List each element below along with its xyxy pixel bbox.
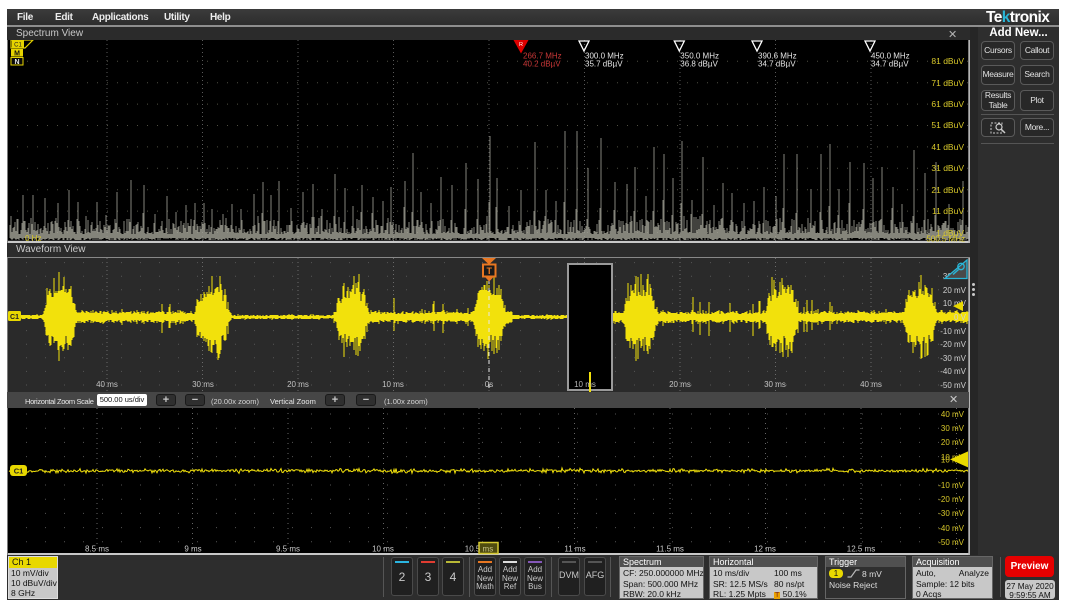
- svg-text:61 dBuV: 61 dBuV: [931, 99, 964, 109]
- svg-text:20 mV: 20 mV: [941, 438, 965, 447]
- svg-text:-30 mV: -30 mV: [940, 354, 966, 363]
- svg-text:31 dBuV: 31 dBuV: [931, 163, 964, 173]
- svg-text:51 dBuV: 51 dBuV: [931, 120, 964, 130]
- svg-text:30 ms: 30 ms: [192, 380, 214, 389]
- svg-text:0 Hz: 0 Hz: [25, 234, 41, 243]
- svg-text:T: T: [487, 266, 493, 276]
- svg-text:30 ms: 30 ms: [764, 380, 786, 389]
- svg-text:-30 mV: -30 mV: [938, 509, 964, 518]
- svg-text:-40 mV: -40 mV: [940, 367, 966, 376]
- svg-text:40 ms: 40 ms: [860, 380, 882, 389]
- svg-text:M: M: [14, 51, 20, 58]
- svg-text:-40 mV: -40 mV: [938, 524, 964, 533]
- svg-text:-10 mV: -10 mV: [938, 481, 964, 490]
- svg-text:-20 mV: -20 mV: [940, 340, 966, 349]
- svg-text:0s: 0s: [485, 380, 493, 389]
- svg-text:0 V: 0 V: [954, 313, 967, 322]
- svg-text:71 dBuV: 71 dBuV: [931, 78, 964, 88]
- svg-text:41 dBuV: 41 dBuV: [931, 142, 964, 152]
- svg-text:40.2 dBµV: 40.2 dBµV: [523, 60, 561, 69]
- svg-text:R: R: [519, 42, 523, 48]
- svg-text:-50 mV: -50 mV: [938, 538, 964, 547]
- svg-text:36.8 dBµV: 36.8 dBµV: [680, 60, 718, 69]
- svg-text:11.5 ms: 11.5 ms: [656, 545, 684, 554]
- svg-text:12 ms: 12 ms: [754, 545, 776, 554]
- svg-text:20 ms: 20 ms: [287, 380, 309, 389]
- svg-text:30 mV: 30 mV: [941, 424, 965, 433]
- svg-text:9 ms: 9 ms: [184, 545, 201, 554]
- svg-text:34.7 dBµV: 34.7 dBµV: [871, 60, 909, 69]
- svg-text:34.7 dBµV: 34.7 dBµV: [758, 60, 796, 69]
- svg-text:-20 mV: -20 mV: [938, 495, 964, 504]
- svg-text:500.5 MHz: 500.5 MHz: [926, 235, 965, 244]
- svg-text:10 ms: 10 ms: [574, 380, 596, 389]
- svg-text:35.7 dBµV: 35.7 dBµV: [585, 60, 623, 69]
- svg-text:-50 mV: -50 mV: [940, 381, 966, 390]
- svg-text:11 dBuV: 11 dBuV: [932, 206, 964, 216]
- svg-text:-10 mV: -10 mV: [940, 327, 966, 336]
- svg-text:20 mV: 20 mV: [943, 286, 967, 295]
- svg-text:11 ms: 11 ms: [564, 545, 585, 554]
- svg-text:40 ms: 40 ms: [96, 380, 118, 389]
- svg-text:40 mV: 40 mV: [941, 410, 965, 419]
- svg-text:C1: C1: [10, 314, 19, 321]
- svg-text:9.5 ms: 9.5 ms: [276, 545, 300, 554]
- svg-text:C1: C1: [14, 43, 22, 49]
- svg-text:21 dBuV: 21 dBuV: [931, 185, 964, 195]
- svg-text:81 dBuV: 81 dBuV: [931, 56, 964, 66]
- svg-text:8.5 ms: 8.5 ms: [85, 545, 109, 554]
- svg-text:C1: C1: [14, 467, 24, 476]
- svg-text:12.5 ms: 12.5 ms: [847, 545, 875, 554]
- svg-text:10 ms: 10 ms: [372, 545, 394, 554]
- svg-text:20 ms: 20 ms: [669, 380, 691, 389]
- svg-text:10 ms: 10 ms: [382, 380, 404, 389]
- svg-text:N: N: [14, 59, 19, 66]
